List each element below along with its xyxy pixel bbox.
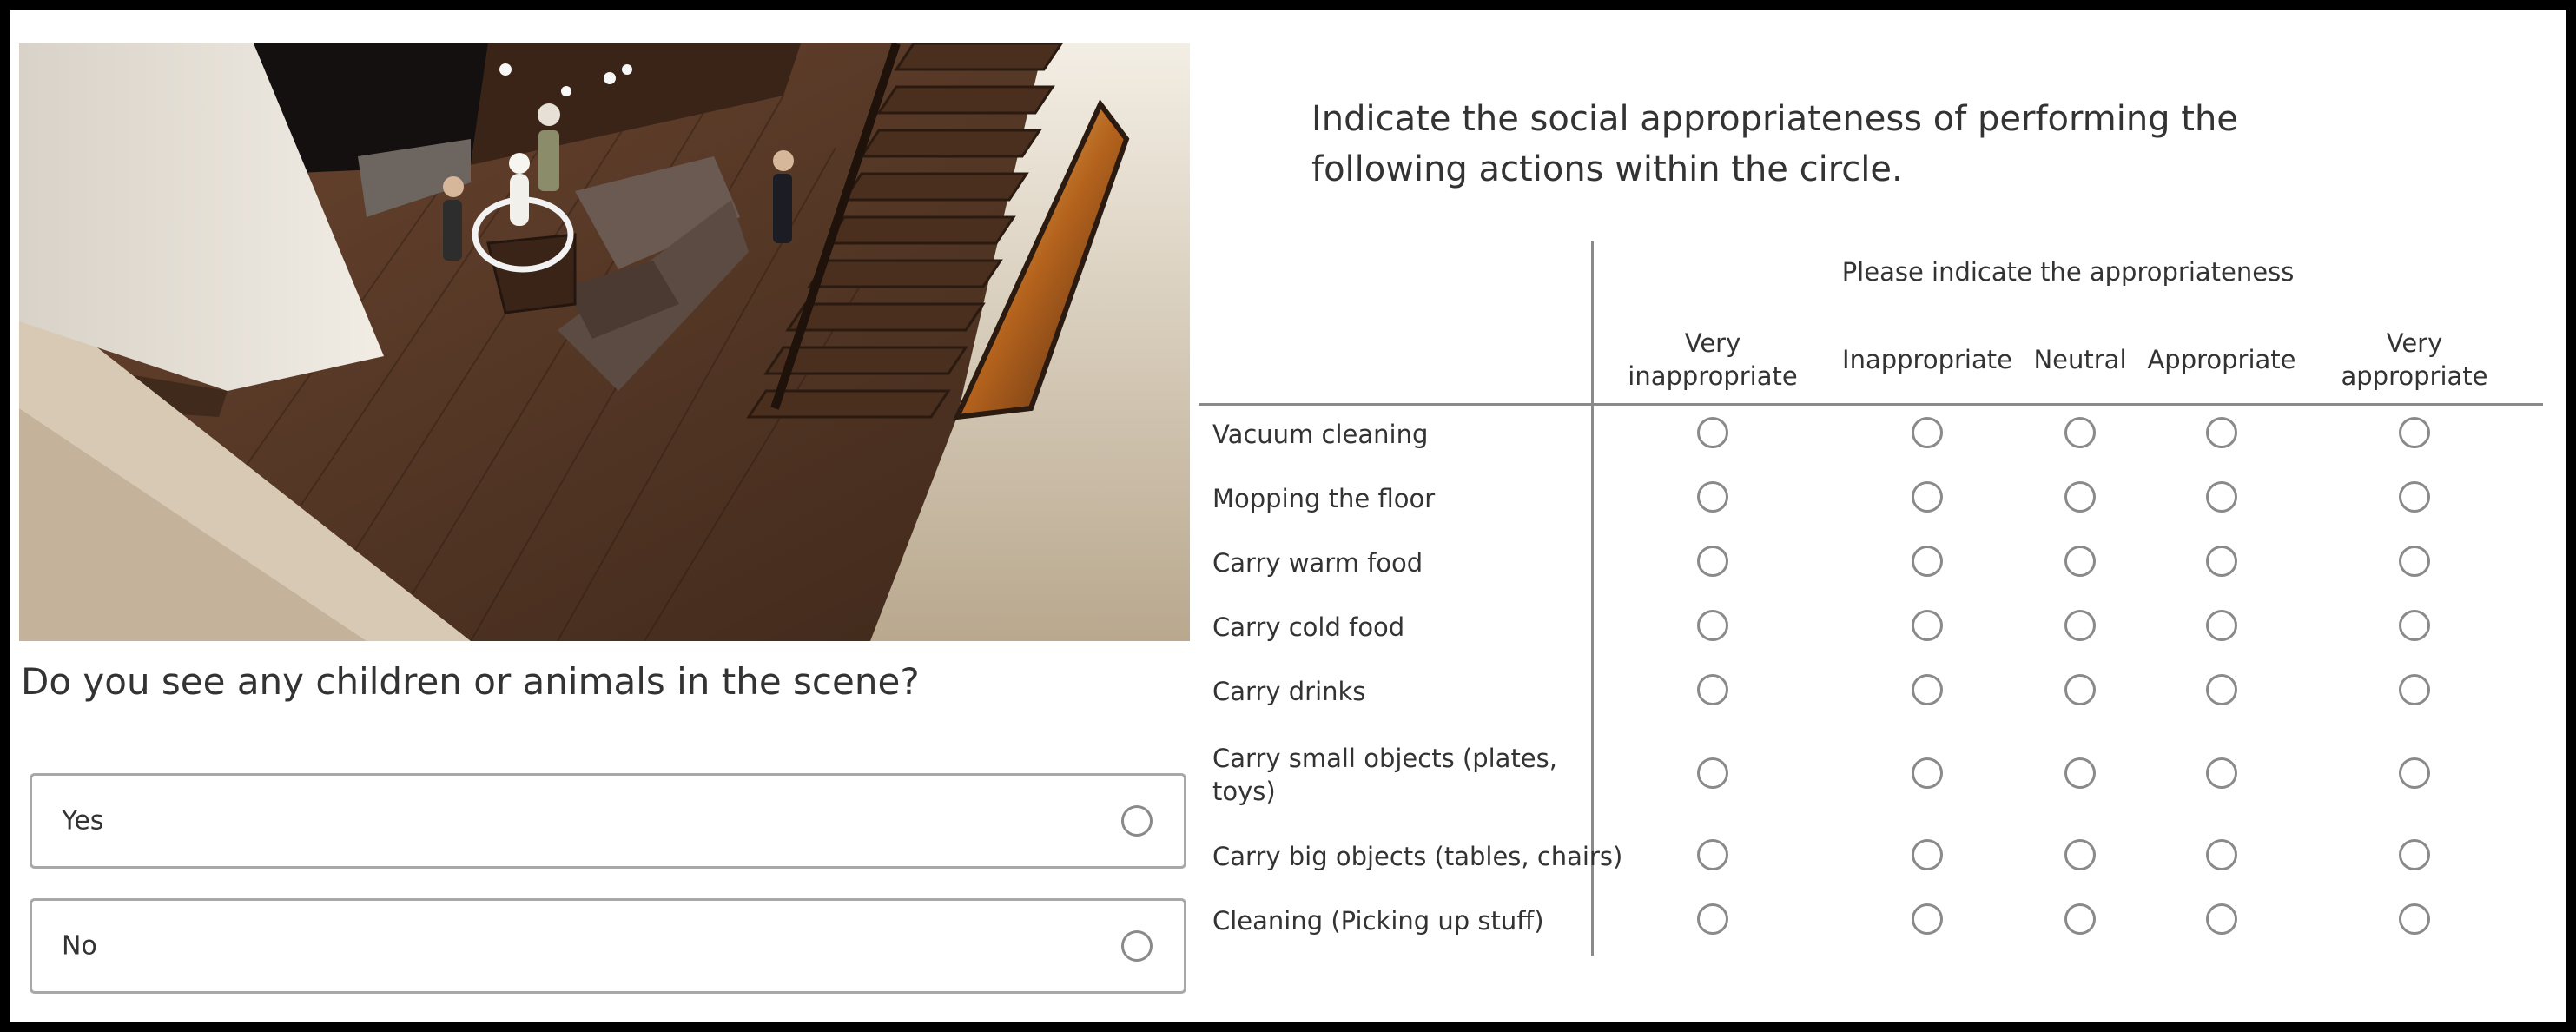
option-yes-radio[interactable] — [1121, 805, 1153, 837]
matrix-radio[interactable] — [1912, 839, 1943, 870]
matrix-row-label: Carry small objects (plates, toys) — [1212, 744, 1557, 806]
survey-frame: Do you see any children or animals in th… — [10, 10, 2566, 1022]
matrix-radio[interactable] — [1697, 674, 1728, 705]
matrix-radio[interactable] — [1912, 674, 1943, 705]
matrix-radio[interactable] — [1912, 546, 1943, 577]
matrix-radio[interactable] — [2399, 839, 2430, 870]
option-no-label: No — [62, 930, 97, 962]
matrix-radio[interactable] — [2206, 674, 2237, 705]
matrix-radio[interactable] — [2206, 903, 2237, 935]
matrix-radio[interactable] — [1697, 839, 1728, 870]
matrix-radio[interactable] — [2064, 903, 2096, 935]
scene-image — [19, 43, 1190, 641]
matrix-radio[interactable] — [2206, 839, 2237, 870]
matrix-radio[interactable] — [1697, 481, 1728, 513]
matrix-radio[interactable] — [1912, 757, 1943, 789]
matrix-row-label: Carry warm food — [1212, 548, 1423, 578]
matrix-radio[interactable] — [1697, 757, 1728, 789]
option-yes[interactable]: Yes — [30, 773, 1186, 869]
matrix-row-label: Cleaning (Picking up stuff) — [1212, 906, 1544, 936]
matrix-radio[interactable] — [2206, 481, 2237, 513]
matrix-row-label: Vacuum cleaning — [1212, 420, 1429, 449]
matrix-radio[interactable] — [1912, 903, 1943, 935]
matrix-radio[interactable] — [1912, 481, 1943, 513]
matrix-radio[interactable] — [2064, 839, 2096, 870]
matrix-radio[interactable] — [2206, 546, 2237, 577]
option-no[interactable]: No — [30, 898, 1186, 994]
option-yes-label: Yes — [62, 805, 104, 837]
matrix-radio[interactable] — [2399, 481, 2430, 513]
matrix-group-header: Please indicate the appropriateness — [1841, 257, 2295, 287]
matrix-radio[interactable] — [2399, 417, 2430, 448]
matrix-radio[interactable] — [2064, 757, 2096, 789]
matrix-radio[interactable] — [1697, 610, 1728, 641]
matrix-radio[interactable] — [1697, 417, 1728, 448]
matrix-radio[interactable] — [2064, 481, 2096, 513]
matrix-radio[interactable] — [2206, 610, 2237, 641]
matrix-radio[interactable] — [2064, 546, 2096, 577]
matrix-row-label: Carry big objects (tables, chairs) — [1212, 842, 1623, 871]
matrix-header-divider — [1199, 403, 2543, 406]
matrix-radio[interactable] — [2064, 610, 2096, 641]
matrix-column-header: Very appropriate — [2341, 328, 2488, 391]
matrix-radio[interactable] — [2399, 546, 2430, 577]
matrix-radio[interactable] — [2064, 674, 2096, 705]
matrix-radio[interactable] — [2399, 903, 2430, 935]
matrix-radio[interactable] — [2399, 674, 2430, 705]
matrix-radio[interactable] — [1697, 546, 1728, 577]
matrix-radio[interactable] — [2399, 757, 2430, 789]
matrix-radio[interactable] — [1912, 610, 1943, 641]
option-no-radio[interactable] — [1121, 930, 1153, 962]
matrix-column-header: Very inappropriate — [1628, 328, 1798, 391]
matrix-row-label: Carry drinks — [1212, 677, 1366, 706]
matrix-radio[interactable] — [2399, 610, 2430, 641]
matrix-title: Indicate the social appropriateness of p… — [1311, 99, 2238, 189]
matrix-column-header: Inappropriate — [1842, 345, 2012, 374]
matrix-row-label: Mopping the floor — [1212, 484, 1436, 513]
matrix-radio[interactable] — [1912, 417, 1943, 448]
matrix-radio[interactable] — [2206, 757, 2237, 789]
matrix-column-header: Neutral — [2033, 345, 2127, 374]
matrix-radio[interactable] — [1697, 903, 1728, 935]
matrix-row-label: Carry cold food — [1212, 612, 1405, 642]
matrix-radio[interactable] — [2064, 417, 2096, 448]
matrix-radio[interactable] — [2206, 417, 2237, 448]
matrix-column-header: Appropriate — [2147, 345, 2296, 374]
question-text: Do you see any children or animals in th… — [21, 660, 920, 703]
